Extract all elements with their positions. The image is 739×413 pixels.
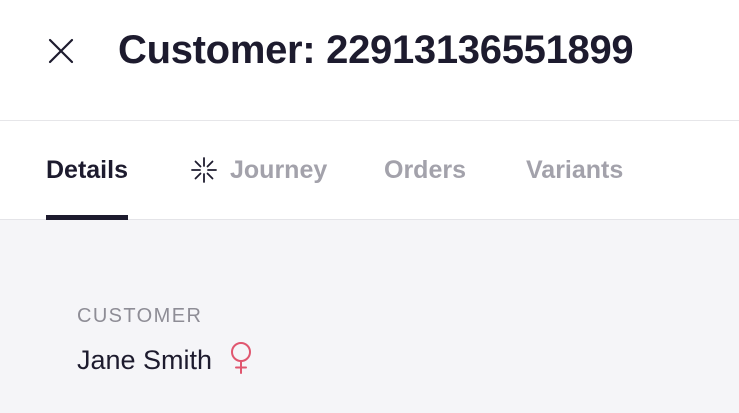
tab-details-label: Details — [46, 155, 128, 184]
tab-variants[interactable]: Variants — [526, 121, 623, 219]
sparkle-icon — [190, 156, 218, 184]
tab-variants-label: Variants — [526, 155, 624, 184]
tab-bar: Details Journey Orders Variants — [0, 121, 739, 220]
tab-orders[interactable]: Orders — [384, 121, 466, 219]
tab-orders-label: Orders — [384, 155, 466, 184]
close-icon — [48, 38, 74, 64]
customer-name: Jane Smith — [77, 345, 213, 375]
header-bar: Customer: 22913136551899 — [0, 0, 739, 121]
tab-journey-label: Journey — [230, 155, 328, 184]
page-title: Customer: 22913136551899 — [118, 28, 634, 72]
customer-name-row: Jane Smith — [77, 342, 254, 378]
section-label: CUSTOMER — [77, 305, 203, 327]
tab-details[interactable]: Details — [46, 121, 128, 220]
tab-journey[interactable]: Journey — [190, 121, 327, 219]
details-panel: CUSTOMER Jane Smith — [0, 220, 739, 413]
close-button[interactable] — [44, 34, 78, 68]
female-icon — [228, 341, 254, 375]
